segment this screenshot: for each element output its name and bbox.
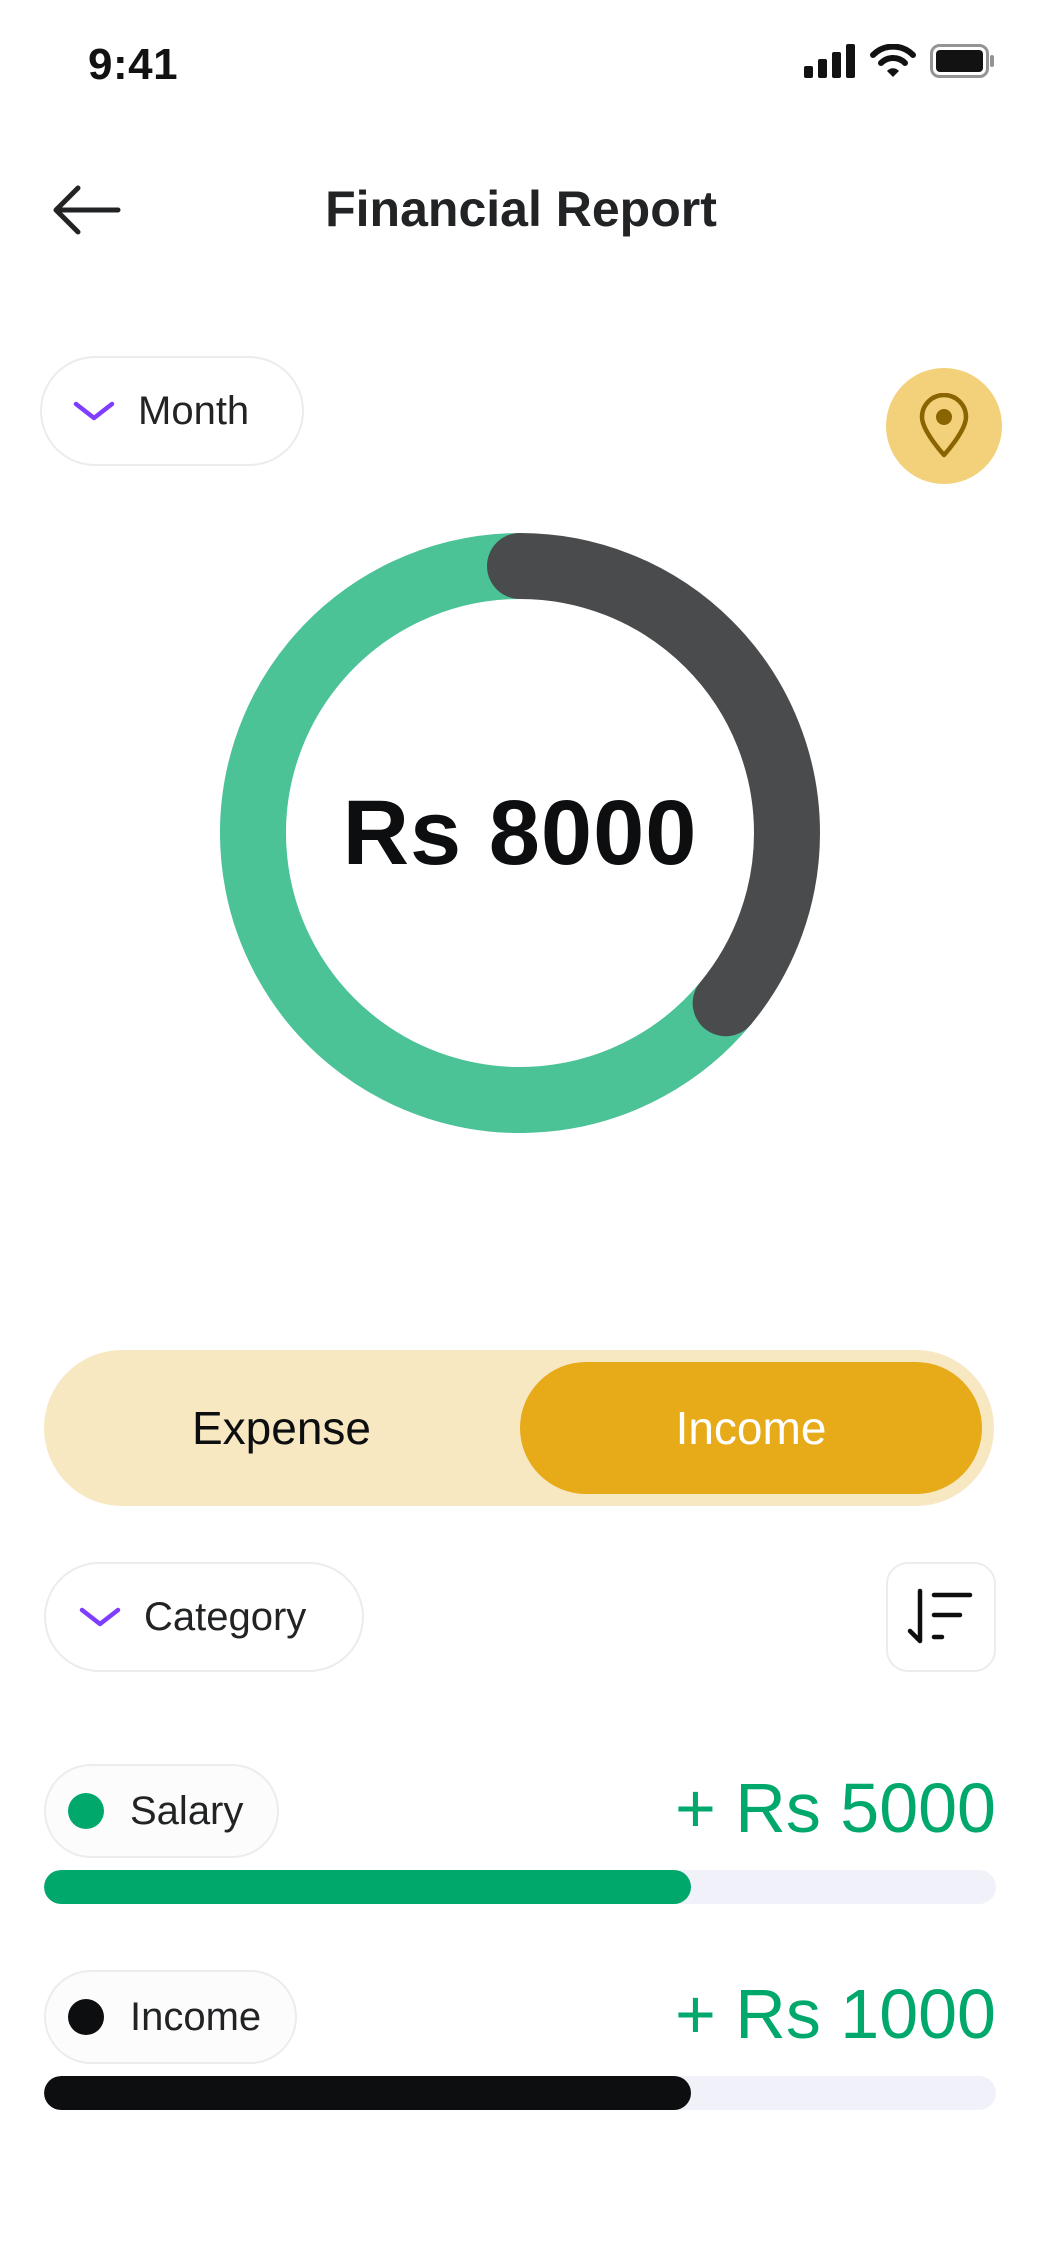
location-pin-icon — [919, 393, 969, 458]
sort-icon — [907, 1588, 973, 1644]
category-progress-track — [44, 1870, 996, 1904]
location-button[interactable] — [886, 368, 1002, 484]
signal-icon — [804, 44, 855, 78]
chevron-down-icon — [73, 401, 115, 421]
category-progress-fill — [44, 1870, 692, 1904]
total-amount: Rs 8000 — [342, 781, 698, 884]
wifi-icon — [870, 44, 916, 77]
month-dropdown-label: Month — [138, 388, 250, 433]
category-label: Income — [130, 1994, 262, 2039]
category-amount: + Rs 5000 — [674, 1769, 996, 1847]
category-dropdown[interactable]: Category — [44, 1562, 364, 1672]
page-title: Financial Report — [325, 181, 717, 237]
tab-expense[interactable]: Expense — [44, 1350, 519, 1506]
category-color-dot — [68, 1793, 104, 1829]
status-icons — [804, 44, 996, 78]
category-chip-income: Income — [44, 1970, 298, 2064]
category-chip-salary: Salary — [44, 1764, 280, 1858]
category-amount: + Rs 1000 — [674, 1975, 996, 2053]
battery-icon — [930, 44, 994, 78]
category-progress-track — [44, 2076, 996, 2110]
sort-button[interactable] — [886, 1562, 996, 1672]
category-color-dot — [68, 1999, 104, 2035]
category-dropdown-label: Category — [144, 1594, 307, 1639]
chevron-down-icon — [79, 1607, 121, 1627]
category-label: Salary — [130, 1788, 244, 1833]
tab-income[interactable]: Income — [520, 1362, 982, 1494]
category-progress-fill — [44, 2076, 692, 2110]
month-dropdown[interactable]: Month — [40, 356, 304, 466]
status-time: 9:41 — [88, 40, 179, 89]
